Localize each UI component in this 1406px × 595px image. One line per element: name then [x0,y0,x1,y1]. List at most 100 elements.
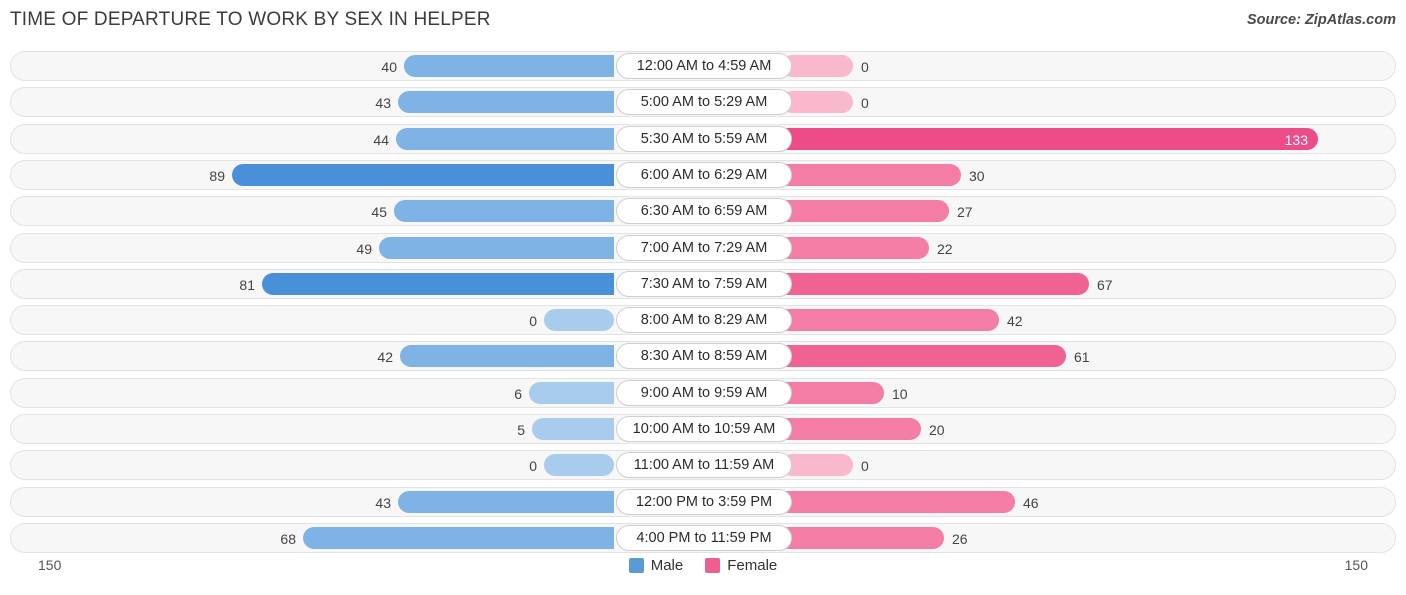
category-label: 9:00 AM to 9:59 AM [616,379,792,406]
bar-male[interactable] [379,236,614,259]
value-label-male: 89 [209,167,225,184]
value-label-male: 68 [280,530,296,547]
row-content: 81 67 7:30 AM to 7:59 AM [11,270,1395,298]
value-label-female: 27 [957,204,973,221]
value-label-male: 45 [371,204,387,221]
category-label: 12:00 PM to 3:59 PM [616,488,792,515]
bar-male[interactable] [404,55,614,77]
bar-male[interactable] [396,127,614,150]
bar-female[interactable] [781,163,961,186]
value-label-male: 5 [517,422,525,438]
value-label-female: 20 [929,422,945,438]
table-row[interactable]: 6 10 9:00 AM to 9:59 AM [10,377,1396,408]
bar-male[interactable] [532,418,614,440]
category-label: 8:00 AM to 8:29 AM [616,307,792,334]
row-content: 0 0 11:00 AM to 11:59 AM [11,451,1395,479]
bar-male[interactable] [398,490,614,513]
table-row[interactable]: 0 0 11:00 AM to 11:59 AM [10,450,1396,481]
chart-footer: 150 150 Male Female [0,552,1406,595]
row-content: 43 46 12:00 PM to 3:59 PM [11,488,1395,516]
category-label: 11:00 AM to 11:59 AM [616,452,792,479]
table-row[interactable]: 5 20 10:00 AM to 10:59 AM [10,414,1396,444]
value-label-female: 0 [861,59,869,75]
table-row[interactable]: 43 0 5:00 AM to 5:29 AM [10,87,1396,118]
chart-header: TIME OF DEPARTURE TO WORK BY SEX IN HELP… [0,0,1406,44]
row-content: 68 26 4:00 PM to 11:59 PM [11,524,1395,552]
bar-female[interactable] [781,236,929,259]
legend-label: Male [650,557,684,574]
value-label-female: 42 [1007,313,1023,330]
bar-female[interactable] [781,418,921,440]
legend-item-female[interactable]: Female [705,557,777,574]
value-label-female: 10 [892,385,908,402]
category-label: 10:00 AM to 10:59 AM [616,416,792,442]
value-label-male: 44 [373,131,389,148]
table-row[interactable]: 42 61 8:30 AM to 8:59 AM [10,341,1396,372]
value-label-female: 30 [969,167,985,184]
row-content: 6 10 9:00 AM to 9:59 AM [11,379,1395,407]
value-label-female: 0 [861,458,869,475]
table-row[interactable]: 0 42 8:00 AM to 8:29 AM [10,305,1396,336]
value-label-female: 26 [952,530,968,547]
legend-item-male[interactable]: Male [628,557,684,574]
row-content: 44 133 5:30 AM to 5:59 AM [11,125,1395,153]
table-row[interactable]: 40 0 12:00 AM to 4:59 AM [10,51,1396,81]
bar-female[interactable] [781,309,999,332]
category-label: 4:00 PM to 11:59 PM [616,524,792,551]
row-content: 49 22 7:00 AM to 7:29 AM [11,234,1395,262]
bar-male[interactable] [303,526,614,549]
value-label-male: 40 [381,59,397,75]
table-row[interactable]: 43 46 12:00 PM to 3:59 PM [10,486,1396,517]
value-label-male: 43 [375,494,391,511]
chart-legend: Male Female [0,557,1406,574]
table-row[interactable]: 89 30 6:00 AM to 6:29 AM [10,159,1396,190]
bar-female[interactable] [781,345,1066,368]
value-label-female: 67 [1097,276,1113,293]
value-label-male: 42 [377,349,393,366]
category-label: 6:30 AM to 6:59 AM [616,198,792,225]
bar-male[interactable] [398,91,614,114]
category-label: 8:30 AM to 8:59 AM [616,343,792,370]
category-label: 12:00 AM to 4:59 AM [616,53,792,79]
bar-female[interactable] [781,490,1015,513]
value-label-male: 6 [514,385,522,402]
value-label-female: 22 [937,240,953,257]
page-title: TIME OF DEPARTURE TO WORK BY SEX IN HELP… [10,9,491,30]
bar-male[interactable] [544,454,614,477]
chart-plot-area: 40 0 12:00 AM to 4:59 AM 43 0 5:00 AM to 5:29… [0,44,1406,553]
bar-male[interactable] [232,163,614,186]
bar-male[interactable] [262,272,614,295]
row-content: 89 30 6:00 AM to 6:29 AM [11,161,1395,189]
table-row[interactable]: 49 22 7:00 AM to 7:29 AM [10,232,1396,263]
value-label-female: 0 [861,95,869,112]
row-content: 43 0 5:00 AM to 5:29 AM [11,88,1395,116]
bar-female[interactable] [781,526,944,549]
bar-male[interactable] [529,381,614,404]
bar-male[interactable] [544,309,614,332]
row-content: 40 0 12:00 AM to 4:59 AM [11,52,1395,80]
category-label: 7:30 AM to 7:59 AM [616,270,792,297]
category-label: 6:00 AM to 6:29 AM [616,161,792,188]
table-row[interactable]: 44 133 5:30 AM to 5:59 AM [10,123,1396,154]
bar-female[interactable] [781,381,884,404]
table-row[interactable]: 68 26 4:00 PM to 11:59 PM [10,522,1396,553]
source-attribution: Source: ZipAtlas.com [1246,12,1396,28]
category-label: 5:00 AM to 5:29 AM [616,89,792,116]
bar-female[interactable] [781,272,1089,295]
table-row[interactable]: 45 27 6:30 AM to 6:59 AM [10,196,1396,227]
value-label-female: 61 [1074,349,1090,366]
row-content: 0 42 8:00 AM to 8:29 AM [11,306,1395,334]
legend-swatch-icon [705,558,721,573]
bar-male[interactable] [400,345,614,368]
category-label: 7:00 AM to 7:29 AM [616,234,792,261]
value-label-male: 49 [356,240,372,257]
table-row[interactable]: 81 67 7:30 AM to 7:59 AM [10,268,1396,299]
value-label-male: 81 [239,276,255,293]
bar-male[interactable] [394,200,614,223]
value-label-female: 46 [1023,494,1039,511]
bar-female[interactable] [781,200,949,223]
row-content: 42 61 8:30 AM to 8:59 AM [11,342,1395,370]
category-label: 5:30 AM to 5:59 AM [616,125,792,152]
legend-label: Female [727,557,778,574]
bar-female[interactable] [781,127,1318,150]
